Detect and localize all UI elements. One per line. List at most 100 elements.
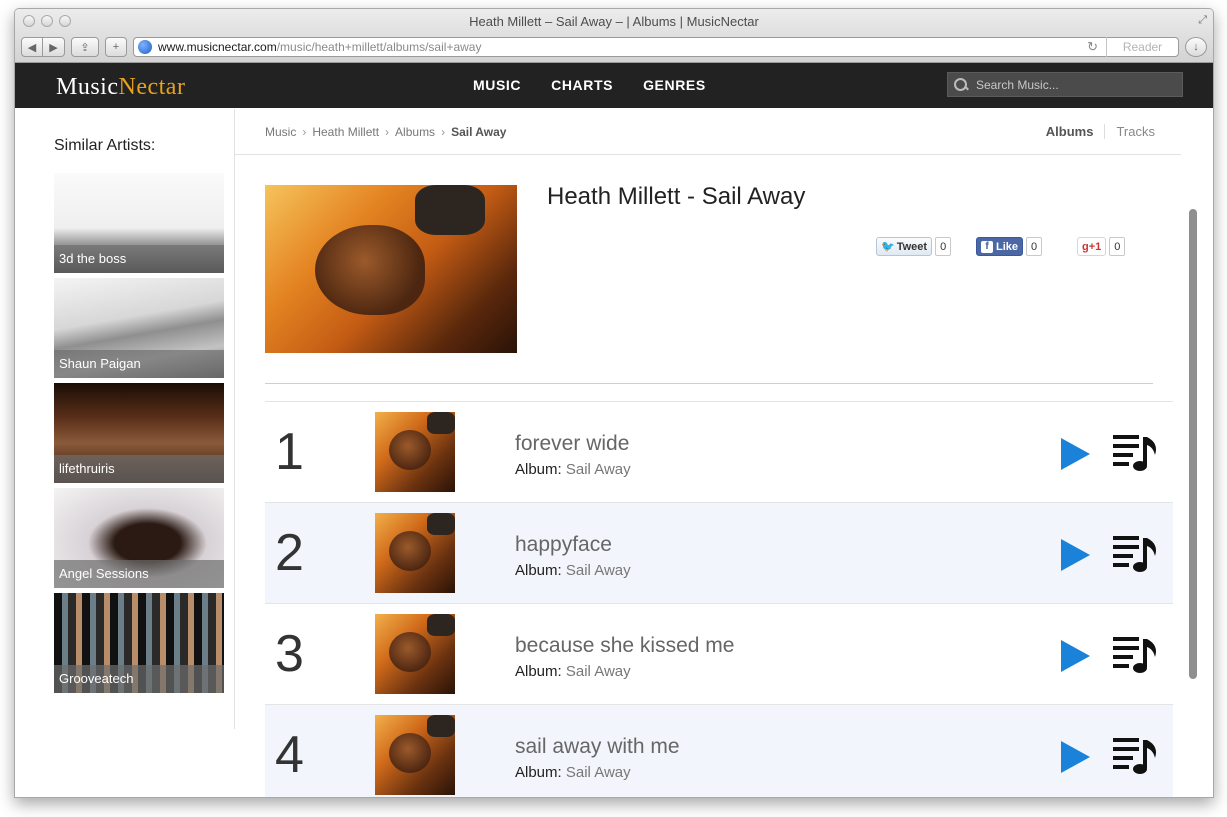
- album-link[interactable]: Sail Away: [566, 461, 631, 478]
- track-thumbnail[interactable]: [375, 614, 455, 694]
- search-input[interactable]: [976, 77, 1166, 92]
- site-logo[interactable]: MusicNectar: [56, 74, 185, 101]
- track-name[interactable]: forever wide: [515, 432, 629, 456]
- search-icon[interactable]: [954, 77, 968, 92]
- twitter-icon: 🐦: [881, 241, 895, 253]
- globe-icon: [138, 40, 152, 54]
- like-widget: f Like 0: [976, 237, 1043, 256]
- nav-charts[interactable]: CHARTS: [551, 77, 613, 93]
- like-button[interactable]: f Like: [976, 237, 1024, 256]
- logo-nectar: Nectar: [118, 74, 186, 100]
- breadcrumb-separator: ›: [385, 125, 390, 139]
- facebook-icon: f: [981, 240, 993, 253]
- main-nav: MUSIC CHARTS GENRES: [473, 77, 706, 93]
- gplus-label: +1: [1088, 240, 1102, 253]
- breadcrumb-albums[interactable]: Albums: [395, 125, 435, 139]
- gplus-g-icon: g: [1082, 240, 1089, 253]
- url-host: www.musicnectar.com: [158, 40, 277, 54]
- track-row: 1 forever wide Album: Sail Away: [265, 402, 1173, 503]
- track-thumbnail[interactable]: [375, 715, 455, 795]
- reader-button[interactable]: Reader: [1106, 37, 1178, 57]
- add-to-playlist-icon[interactable]: [1113, 635, 1159, 675]
- tab-tracks[interactable]: Tracks: [1105, 124, 1155, 139]
- new-tab-button[interactable]: +: [105, 37, 127, 57]
- tweet-button[interactable]: 🐦 Tweet: [876, 237, 933, 256]
- gplus-count: 0: [1109, 237, 1126, 256]
- divider: [265, 383, 1153, 384]
- divider: [235, 154, 1181, 155]
- tweet-widget: 🐦 Tweet 0: [876, 237, 952, 256]
- track-name[interactable]: sail away with me: [515, 735, 680, 759]
- similar-artists-heading: Similar Artists:: [54, 137, 156, 154]
- track-name[interactable]: happyface: [515, 533, 612, 557]
- track-row: 3 because she kissed me Album: Sail Away: [265, 604, 1173, 705]
- track-number: 3: [275, 625, 304, 683]
- album-label: Album:: [515, 562, 562, 579]
- reload-icon[interactable]: ↻: [1087, 39, 1098, 55]
- nav-music[interactable]: MUSIC: [473, 77, 521, 93]
- forward-button[interactable]: ▶: [43, 37, 65, 57]
- nav-genres[interactable]: GENRES: [643, 77, 706, 93]
- track-number: 1: [275, 423, 304, 481]
- album-link[interactable]: Sail Away: [566, 562, 631, 579]
- url-path: /music/heath+millett/albums/sail+away: [276, 40, 482, 54]
- similar-artist-card[interactable]: lifethruiris: [54, 383, 224, 483]
- fullscreen-icon[interactable]: ⤢: [1198, 14, 1207, 27]
- track-row: 4 sail away with me Album: Sail Away: [265, 705, 1173, 797]
- breadcrumb-artist[interactable]: Heath Millett: [312, 125, 379, 139]
- track-album: Album: Sail Away: [515, 764, 631, 781]
- add-to-playlist-icon[interactable]: [1113, 534, 1159, 574]
- similar-artist-card[interactable]: Angel Sessions: [54, 488, 224, 588]
- play-icon[interactable]: [1061, 741, 1090, 773]
- artist-name: Angel Sessions: [54, 560, 224, 588]
- track-name[interactable]: because she kissed me: [515, 634, 734, 658]
- address-bar[interactable]: www.musicnectar.com /music/heath+millett…: [133, 37, 1179, 57]
- search-box: [947, 72, 1183, 97]
- logo-music: Music: [56, 74, 119, 100]
- title-bar: Heath Millett – Sail Away – | Albums | M…: [15, 9, 1213, 63]
- track-list: 1 forever wide Album: Sail Away 2 happyf…: [265, 401, 1173, 797]
- site-header: MusicNectar MUSIC CHARTS GENRES: [15, 63, 1213, 108]
- play-icon[interactable]: [1061, 539, 1090, 571]
- like-label: Like: [996, 240, 1019, 253]
- track-row: 2 happyface Album: Sail Away: [265, 503, 1173, 604]
- track-thumbnail[interactable]: [375, 412, 455, 492]
- similar-artist-card[interactable]: 3d the boss: [54, 173, 224, 273]
- breadcrumb-separator: ›: [302, 125, 307, 139]
- similar-artist-card[interactable]: Shaun Paigan: [54, 278, 224, 378]
- history-nav: ◀ ▶: [21, 37, 65, 57]
- tab-albums[interactable]: Albums: [1046, 124, 1106, 139]
- track-number: 4: [275, 726, 304, 784]
- album-label: Album:: [515, 663, 562, 680]
- tweet-count: 0: [935, 237, 952, 256]
- similar-artist-card[interactable]: Grooveatech: [54, 593, 224, 693]
- vertical-scrollbar[interactable]: [1189, 209, 1197, 679]
- tweet-label: Tweet: [896, 240, 928, 253]
- breadcrumb-music[interactable]: Music: [265, 125, 296, 139]
- window-title: Heath Millett – Sail Away – | Albums | M…: [469, 14, 759, 29]
- artist-name: lifethruiris: [54, 455, 224, 483]
- similar-artists-sidebar: Similar Artists: 3d the boss Shaun Paiga…: [15, 109, 235, 729]
- track-thumbnail[interactable]: [375, 513, 455, 593]
- gplus-button[interactable]: g +1: [1077, 237, 1107, 256]
- track-number: 2: [275, 524, 304, 582]
- like-count: 0: [1026, 237, 1043, 256]
- artist-name: Grooveatech: [54, 665, 224, 693]
- share-button[interactable]: ⇪: [71, 37, 99, 57]
- album-cover: [265, 185, 517, 353]
- album-link[interactable]: Sail Away: [566, 663, 631, 680]
- back-button[interactable]: ◀: [21, 37, 43, 57]
- track-album: Album: Sail Away: [515, 461, 631, 478]
- downloads-button[interactable]: ↓: [1185, 37, 1207, 57]
- add-to-playlist-icon[interactable]: [1113, 433, 1159, 473]
- album-label: Album:: [515, 764, 562, 781]
- artist-name: Shaun Paigan: [54, 350, 224, 378]
- track-album: Album: Sail Away: [515, 562, 631, 579]
- breadcrumb-separator: ›: [441, 125, 446, 139]
- browser-window: Heath Millett – Sail Away – | Albums | M…: [14, 8, 1214, 798]
- add-to-playlist-icon[interactable]: [1113, 736, 1159, 776]
- play-icon[interactable]: [1061, 640, 1090, 672]
- album-link[interactable]: Sail Away: [566, 764, 631, 781]
- play-icon[interactable]: [1061, 438, 1090, 470]
- view-tabs: Albums Tracks: [1046, 124, 1155, 139]
